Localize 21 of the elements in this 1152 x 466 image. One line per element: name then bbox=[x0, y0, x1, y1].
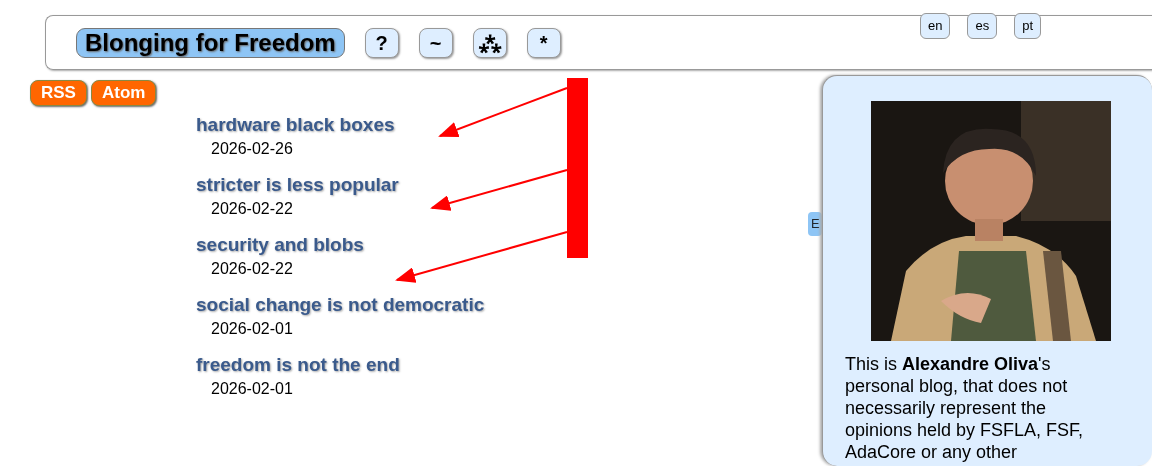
post-title-link[interactable]: social change is not democratic bbox=[196, 294, 485, 315]
nav-button[interactable]: * bbox=[526, 27, 561, 58]
post-title-link[interactable]: stricter is less popular bbox=[196, 174, 399, 195]
post-date: 2026-02-22 bbox=[211, 199, 294, 219]
nav-button[interactable]: ~ bbox=[418, 27, 453, 58]
nav-button[interactable]: ⁂ bbox=[472, 27, 507, 58]
post-title-link[interactable]: security and blobs bbox=[196, 234, 364, 255]
language-button[interactable]: en bbox=[920, 13, 951, 39]
tab[interactable]: E bbox=[808, 212, 822, 236]
intro-text: This is Alexandre Oliva's personal blog, that does not necessarily represent the opinions held by FSFLA, FSF, AdaCore or any other bbox=[845, 353, 1085, 463]
post-date: 2026-02-22 bbox=[211, 259, 294, 279]
blog-title[interactable]: Blonging for Freedom bbox=[76, 27, 345, 58]
post-date: 2026-02-01 bbox=[211, 379, 294, 399]
post-date: 2026-02-26 bbox=[211, 139, 294, 159]
language-button[interactable]: es bbox=[967, 13, 998, 39]
post-date: 2026-02-01 bbox=[211, 319, 294, 339]
post-title-link[interactable]: freedom is not the end bbox=[196, 354, 400, 375]
post-title-link[interactable]: hardware black boxes bbox=[196, 114, 395, 135]
language-button[interactable]: pt bbox=[1014, 13, 1042, 39]
author-link[interactable]: Alexandre Oliva bbox=[902, 354, 1039, 374]
nav-button[interactable]: ? bbox=[364, 27, 399, 58]
